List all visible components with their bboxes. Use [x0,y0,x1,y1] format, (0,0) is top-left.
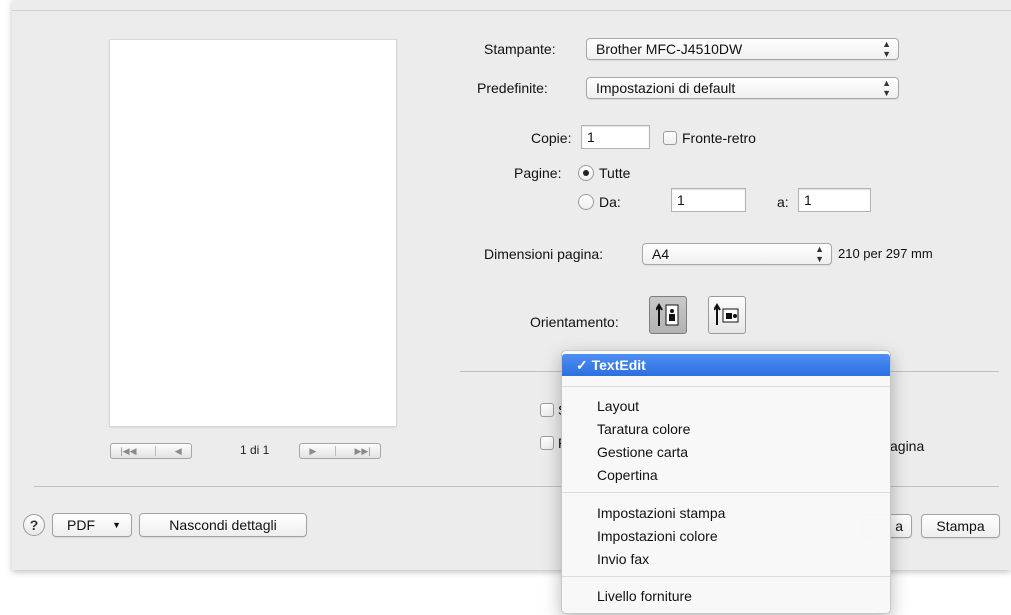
menu-item-send-fax[interactable]: Invio fax [562,548,890,570]
menu-separator [562,386,890,387]
pages-all-radio[interactable] [578,165,594,181]
menu-separator [562,492,890,493]
menu-item-cover-page[interactable]: Copertina [562,464,890,486]
pdf-menu-button[interactable]: PDF ▼ [52,513,132,537]
printer-label: Stampante: [484,41,556,57]
paper-size-value: A4 [652,246,670,262]
first-page-icon[interactable]: |◀◀ [120,446,136,457]
popup-arrows-icon: ▲ ▼ [882,78,891,98]
preview-forward-nav: ▶ ▶▶| [299,443,381,459]
popup-arrows-icon: ▲ ▼ [882,39,891,59]
paper-size-label: Dimensioni pagina: [484,246,604,262]
checkmark-icon: ✓ [576,357,588,373]
menu-item-label: TextEdit [591,357,646,373]
section-dropdown-menu: ✓ TextEdit Layout Taratura colore Gestio… [561,350,891,614]
duplex-checkbox[interactable] [663,131,677,145]
menu-item-print-settings[interactable]: Impostazioni stampa [562,502,890,524]
duplex-label: Fronte-retro [682,130,756,146]
hidden-option-checkbox-2[interactable] [540,436,554,450]
portrait-glyph [656,303,679,326]
chevron-down-icon: ▼ [112,520,121,530]
preview-back-nav: |◀◀ ◀ [110,443,192,459]
last-page-icon[interactable]: ▶▶| [354,446,370,457]
page-preview [110,40,396,426]
page-counter: 1 di 1 [240,443,270,457]
paper-size-select[interactable]: A4 ▲ ▼ [642,243,832,265]
pages-label: Pagine: [514,165,562,181]
pages-all-label: Tutte [599,165,631,181]
presets-label: Predefinite: [477,80,548,96]
paper-dimensions: 210 per 297 mm [838,246,933,261]
menu-item-color-settings[interactable]: Impostazioni colore [562,525,890,547]
nav-divider [155,446,157,456]
menu-separator [562,576,890,577]
landscape-orientation-icon[interactable] [708,296,746,334]
pages-to-field[interactable]: 1 [798,188,871,212]
print-button[interactable]: Stampa [921,514,1000,538]
help-button[interactable]: ? [23,514,45,536]
menu-item-layout[interactable]: Layout [562,395,890,417]
previous-page-icon[interactable]: ◀ [175,446,182,457]
pages-to-label: a: [777,194,789,210]
dialog-top-border [12,10,1011,11]
menu-item-supply-levels[interactable]: Livello forniture [562,585,890,607]
landscape-glyph [714,303,739,325]
nav-divider [334,446,336,456]
next-page-icon[interactable]: ▶ [309,446,316,457]
menu-item-color-matching[interactable]: Taratura colore [562,418,890,440]
pages-from-field[interactable]: 1 [671,188,746,212]
pdf-label: PDF [67,517,95,533]
pages-from-label: Da: [599,194,621,210]
portrait-orientation-icon[interactable] [649,296,687,334]
copies-label: Copie: [531,130,572,146]
menu-item-textedit[interactable]: ✓ TextEdit [562,354,890,376]
presets-value: Impostazioni di default [596,80,736,96]
presets-select[interactable]: Impostazioni di default ▲ ▼ [586,77,899,99]
hidden-option-checkbox-1[interactable] [540,403,554,417]
pages-range-radio[interactable] [578,194,594,210]
popup-arrows-icon: ▲ ▼ [815,244,824,264]
copies-field[interactable]: 1 [581,125,650,149]
menu-item-paper-handling[interactable]: Gestione carta [562,441,890,463]
hide-details-button[interactable]: Nascondi dettagli [139,513,307,537]
orientation-label: Orientamento: [530,314,619,330]
hidden-option-label-2-end: agina [890,438,925,454]
printer-value: Brother MFC-J4510DW [596,41,743,57]
printer-select[interactable]: Brother MFC-J4510DW ▲ ▼ [586,38,899,60]
